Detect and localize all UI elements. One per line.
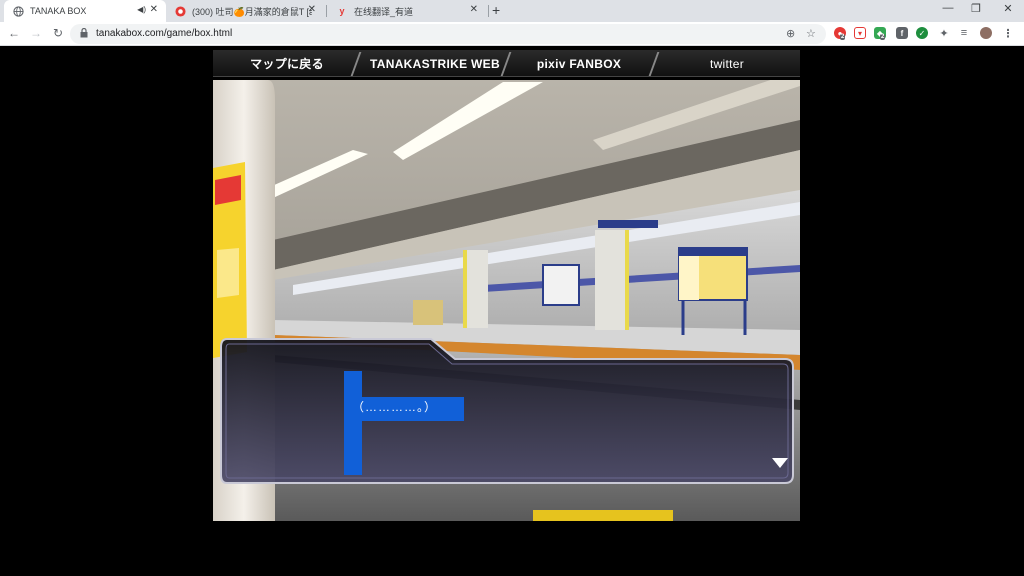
next-arrow-icon[interactable] (772, 458, 788, 468)
tab-title: 在线翻译_有道 (354, 6, 414, 17)
menu-back-to-map[interactable]: マップに戻る (221, 50, 353, 77)
zoom-icon[interactable]: ⊕ (786, 27, 795, 40)
minimize-icon[interactable]: — (938, 2, 958, 14)
reload-icon[interactable]: ↻ (50, 26, 66, 40)
game-canvas[interactable]: マップに戻る TANAKASTRIKE WEB pixiv FANBOX twi… (213, 50, 800, 521)
extension-red-icon[interactable]: ● 2 (834, 27, 846, 40)
close-tab-icon[interactable]: ✕ (308, 4, 316, 15)
dialogue-text: （…………。） (352, 400, 438, 414)
media-queue-icon[interactable]: ≡ (958, 27, 970, 39)
tab-tanaka-box[interactable]: TANAKA BOX ◀) ✕ (4, 0, 166, 22)
browser-toolbar: ← → ↻ tanakabox.com/game/box.html ⊕ ☆ ● 2… (0, 22, 1024, 46)
menu-twitter[interactable]: twitter (657, 50, 797, 77)
extension-pocket-icon[interactable]: ▾ (854, 27, 866, 39)
tab-title: TANAKA BOX (30, 6, 87, 16)
back-icon[interactable]: ← (6, 26, 22, 40)
close-tab-icon[interactable]: ✕ (470, 4, 478, 15)
url-text: tanakabox.com/game/box.html (96, 28, 233, 39)
tab-title: (300) 吐司🍊月滿家的倉鼠T [ac (192, 6, 312, 17)
close-tab-icon[interactable]: ✕ (150, 4, 158, 15)
address-bar[interactable]: tanakabox.com/game/box.html ⊕ ☆ (70, 24, 826, 44)
new-tab-icon[interactable]: + (492, 2, 500, 18)
speaker-icon[interactable]: ◀) (137, 5, 146, 14)
extensions-puzzle-icon[interactable]: ✦ (938, 27, 950, 40)
tab-youdao[interactable]: y 在线翻译_有道 ✕ (328, 0, 486, 22)
text-selection-highlight (344, 371, 362, 475)
extension-check-icon[interactable]: ✓ (916, 27, 928, 39)
tab-bilibili[interactable]: (300) 吐司🍊月滿家的倉鼠T [ac ✕ (166, 0, 324, 22)
close-window-icon[interactable]: ✕ (998, 2, 1018, 15)
lock-icon (80, 27, 88, 40)
menu-tanakastrike-web[interactable]: TANAKASTRIKE WEB (361, 50, 509, 77)
bookmark-star-icon[interactable]: ☆ (806, 27, 816, 40)
browser-tab-strip: TANAKA BOX ◀) ✕ (300) 吐司🍊月滿家的倉鼠T [ac ✕ y… (0, 0, 1024, 22)
menu-kebab-icon[interactable]: ⋮ (1002, 27, 1014, 40)
extension-shield-icon[interactable]: ◆ 2 (874, 27, 886, 40)
forward-icon[interactable]: → (28, 26, 44, 40)
extension-f-icon[interactable]: f (896, 27, 908, 39)
bilibili-icon (174, 5, 186, 17)
menu-pixiv-fanbox[interactable]: pixiv FANBOX (509, 50, 649, 77)
tab-separator (488, 5, 489, 17)
restore-icon[interactable]: ❐ (966, 2, 986, 15)
game-menu-bar: マップに戻る TANAKASTRIKE WEB pixiv FANBOX twi… (213, 50, 800, 77)
profile-avatar[interactable] (980, 27, 992, 39)
dialogue-window[interactable]: （…………。） (219, 337, 795, 485)
youdao-icon: y (339, 6, 345, 16)
tab-separator (326, 5, 327, 17)
globe-icon (12, 5, 24, 17)
